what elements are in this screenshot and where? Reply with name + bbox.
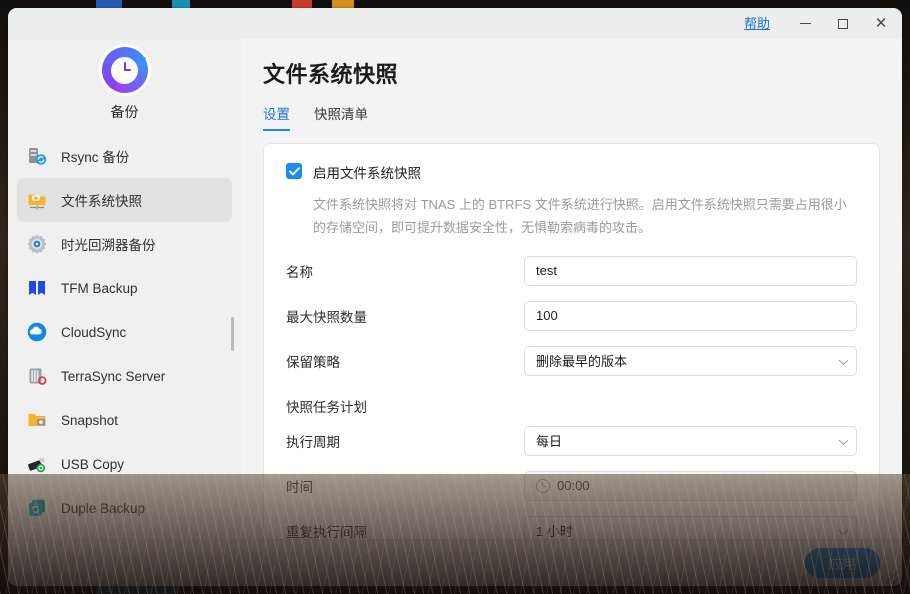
sidebar-item-centralized-backup[interactable]: Centralized Backup [17, 530, 232, 539]
sidebar-nav: Rsync 备份 文件系统快照 [8, 130, 241, 539]
time-input[interactable]: 00:00 [524, 471, 857, 501]
sidebar-item-filesystem-snapshot[interactable]: 文件系统快照 [17, 178, 232, 222]
frequency-label: 执行周期 [286, 431, 524, 451]
settings-form: 名称 test 最大快照数量 100 [286, 253, 857, 539]
usb-drive-icon [26, 453, 48, 475]
sidebar-item-usb-copy[interactable]: USB Copy [17, 442, 232, 486]
page-title: 文件系统快照 [263, 57, 878, 89]
maximize-icon [838, 19, 848, 29]
sidebar: 备份 Rs [8, 39, 241, 539]
field-row-repeat-interval: 重复执行间隔 1 小时 [286, 513, 857, 539]
cloud-sync-icon [26, 321, 48, 343]
sidebar-item-label: 文件系统快照 [61, 190, 142, 210]
sidebar-scrollbar[interactable] [231, 317, 234, 351]
sidebar-item-label: TerraSync Server [61, 369, 165, 384]
app-name: 备份 [111, 102, 139, 122]
desktop-background: 帮助 ✕ 备份 [0, 0, 910, 594]
retention-label: 保留策略 [286, 351, 524, 371]
max-snapshots-label: 最大快照数量 [286, 306, 524, 326]
footer-bar: 应用 [8, 539, 902, 586]
application-window: 帮助 ✕ 备份 [8, 8, 902, 586]
sidebar-item-cloudsync[interactable]: CloudSync [17, 310, 232, 354]
enable-snapshot-label: 启用文件系统快照 [313, 162, 421, 182]
repeat-interval-label: 重复执行间隔 [286, 521, 524, 540]
field-row-name: 名称 test [286, 253, 857, 288]
sidebar-item-tfm-backup[interactable]: TFM Backup [17, 266, 232, 310]
tab-settings[interactable]: 设置 [263, 103, 290, 131]
schedule-section-label: 快照任务计划 [286, 388, 857, 423]
apply-button[interactable]: 应用 [805, 548, 880, 578]
folder-snapshot-icon [26, 409, 48, 431]
folder-camera-icon [26, 189, 48, 211]
frequency-select[interactable]: 每日 [524, 426, 857, 456]
duple-refresh-icon [26, 497, 48, 519]
enable-snapshot-row: 启用文件系统快照 [286, 162, 857, 182]
sidebar-item-label: Rsync 备份 [61, 146, 129, 166]
sidebar-item-label: Duple Backup [61, 501, 145, 516]
main-header: 文件系统快照 设置 快照清单 [241, 39, 902, 131]
clock-icon [536, 479, 550, 493]
sidebar-item-snapshot[interactable]: Snapshot [17, 398, 232, 442]
sidebar-item-label: CloudSync [61, 325, 126, 340]
minimize-icon [800, 23, 811, 24]
field-row-max-snapshots: 最大快照数量 100 [286, 298, 857, 333]
sidebar-item-label: TFM Backup [61, 281, 138, 296]
tab-snapshot-list[interactable]: 快照清单 [314, 103, 368, 131]
sidebar-item-label: 时光回溯器备份 [61, 234, 156, 254]
snapshot-settings-card: 启用文件系统快照 文件系统快照将对 TNAS 上的 BTRFS 文件系统进行快照… [263, 143, 880, 539]
tfm-book-icon [26, 277, 48, 299]
title-bar: 帮助 ✕ [8, 8, 902, 39]
sidebar-item-label: USB Copy [61, 457, 124, 472]
maximize-button[interactable] [824, 8, 862, 39]
minimize-button[interactable] [786, 8, 824, 39]
close-button[interactable]: ✕ [862, 8, 900, 39]
retention-select[interactable]: 删除最早的版本 [524, 346, 857, 376]
enable-snapshot-checkbox[interactable] [286, 163, 302, 179]
server-sync-icon [26, 145, 48, 167]
sidebar-item-duple-backup[interactable]: Duple Backup [17, 486, 232, 530]
window-body: 备份 Rs [8, 39, 902, 539]
sidebar-item-terrasync-server[interactable]: TerraSync Server [17, 354, 232, 398]
name-input[interactable]: test [524, 256, 857, 286]
backup-clock-icon [102, 47, 148, 93]
tab-bar: 设置 快照清单 [263, 103, 878, 131]
field-row-frequency: 执行周期 每日 [286, 423, 857, 458]
settings-scroll-area: 启用文件系统快照 文件系统快照将对 TNAS 上的 BTRFS 文件系统进行快照… [241, 131, 902, 539]
resize-grip-icon[interactable] [886, 571, 899, 584]
help-link[interactable]: 帮助 [744, 17, 770, 30]
max-snapshots-input[interactable]: 100 [524, 301, 857, 331]
app-brand: 备份 [8, 41, 241, 130]
field-row-retention: 保留策略 删除最早的版本 [286, 343, 857, 378]
time-label: 时间 [286, 476, 524, 496]
time-value: 00:00 [557, 478, 590, 493]
nas-server-icon [26, 365, 48, 387]
time-machine-icon [26, 233, 48, 255]
close-icon: ✕ [875, 16, 888, 31]
sidebar-item-label: Snapshot [61, 413, 118, 428]
repeat-interval-select[interactable]: 1 小时 [524, 516, 857, 540]
sidebar-item-rsync-backup[interactable]: Rsync 备份 [17, 134, 232, 178]
name-label: 名称 [286, 261, 524, 281]
enable-snapshot-description: 文件系统快照将对 TNAS 上的 BTRFS 文件系统进行快照。启用文件系统快照… [313, 193, 857, 239]
check-icon [289, 167, 300, 176]
main-content: 文件系统快照 设置 快照清单 [241, 39, 902, 539]
field-row-time: 时间 00:00 [286, 468, 857, 503]
sidebar-item-time-machine-backup[interactable]: 时光回溯器备份 [17, 222, 232, 266]
